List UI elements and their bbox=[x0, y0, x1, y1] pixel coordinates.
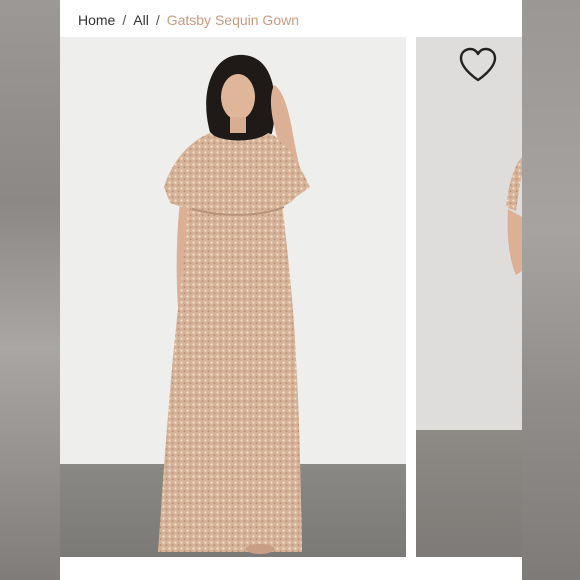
product-page-panel: Home / All / Gatsby Sequin Gown bbox=[60, 0, 522, 580]
sequin-gown bbox=[158, 133, 310, 552]
page-bottom-strip bbox=[60, 557, 522, 580]
breadcrumb-current-page: Gatsby Sequin Gown bbox=[166, 12, 299, 28]
left-background-edge bbox=[0, 0, 60, 580]
breadcrumb-all-link[interactable]: All bbox=[133, 12, 149, 28]
right-background-edge bbox=[522, 0, 580, 580]
model-partial-view bbox=[506, 157, 522, 275]
breadcrumb-separator: / bbox=[122, 12, 127, 28]
wishlist-heart-icon[interactable] bbox=[458, 47, 498, 83]
product-secondary-image[interactable] bbox=[416, 37, 522, 557]
breadcrumb: Home / All / Gatsby Sequin Gown bbox=[78, 10, 299, 30]
model-in-sequin-gown bbox=[158, 54, 310, 554]
model-face bbox=[221, 74, 255, 120]
product-main-image[interactable] bbox=[60, 37, 406, 557]
breadcrumb-separator: / bbox=[155, 12, 160, 28]
breadcrumb-home-link[interactable]: Home bbox=[78, 12, 115, 28]
